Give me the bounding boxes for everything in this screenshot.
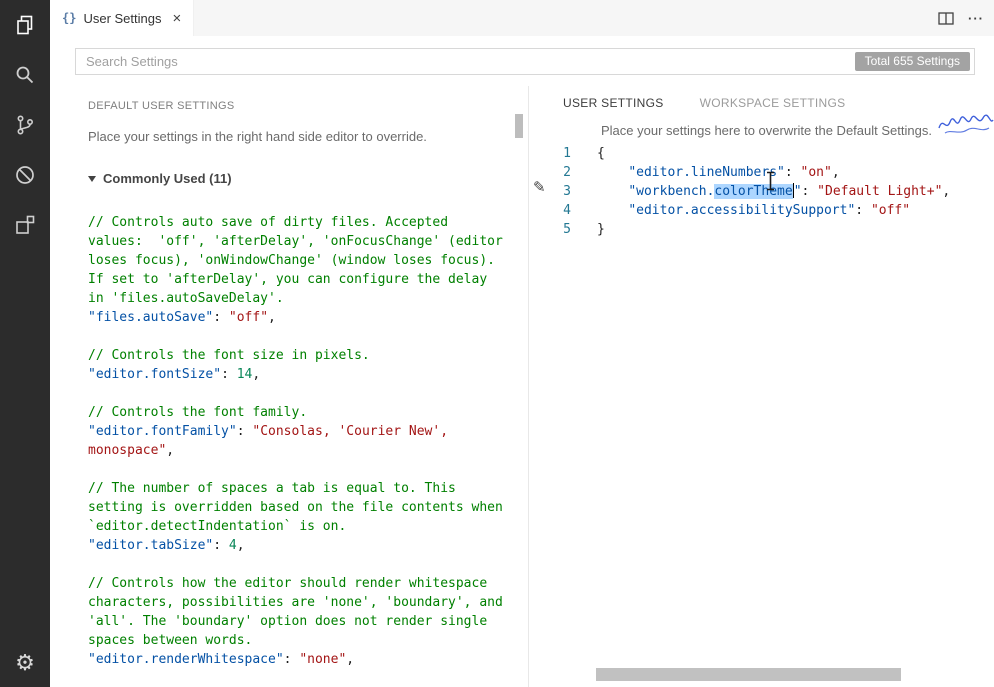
tab-user-settings[interactable]: {} User Settings × — [50, 0, 194, 36]
code-line[interactable]: 1{ — [529, 144, 994, 163]
setting-block: // Controls the font size in pixels."edi… — [88, 346, 510, 384]
setting-block: // Controls how the editor should render… — [88, 574, 510, 669]
default-settings-description: Place your settings in the right hand si… — [88, 129, 510, 144]
setting-line[interactable]: "editor.fontFamily": "Consolas, 'Courier… — [88, 422, 510, 460]
setting-comment: // Controls how the editor should render… — [88, 574, 510, 650]
user-settings-panel: USER SETTINGS WORKSPACE SETTINGS Place y… — [528, 86, 994, 687]
collapse-triangle-icon — [88, 176, 96, 182]
editor-lines: 1{2 "editor.lineNumbers": "on",3 "workbe… — [529, 144, 994, 239]
selected-text: colorTheme — [714, 184, 792, 199]
settings-split: DEFAULT USER SETTINGS Place your setting… — [50, 86, 994, 687]
line-number: 5 — [529, 220, 571, 239]
setting-block: // Controls auto save of dirty files. Ac… — [88, 213, 510, 327]
setting-comment: // The number of spaces a tab is equal t… — [88, 479, 510, 536]
explorer-icon[interactable] — [0, 0, 50, 50]
default-settings-header: DEFAULT USER SETTINGS — [88, 100, 510, 112]
vscode-settings-window: ⚙ {} User Settings × ··· — [0, 0, 994, 687]
search-box: Total 655 Settings — [75, 48, 975, 75]
source-control-icon[interactable] — [0, 100, 50, 150]
line-number: 4 — [529, 201, 571, 220]
user-settings-editor: 1{2 "editor.lineNumbers": "on",3 "workbe… — [529, 144, 994, 239]
more-actions-icon[interactable]: ··· — [968, 11, 984, 26]
json-braces-icon: {} — [62, 11, 76, 25]
edit-pencil-icon[interactable]: ✎ — [533, 178, 546, 196]
section-title: Commonly Used (11) — [103, 171, 232, 186]
setting-line[interactable]: "editor.renderWhitespace": "none", — [88, 650, 510, 669]
tab-bar: {} User Settings × ··· — [50, 0, 994, 36]
code-line[interactable]: 4 "editor.accessibilitySupport": "off" — [529, 201, 994, 220]
tab-title: User Settings — [83, 11, 161, 26]
section-commonly-used[interactable]: Commonly Used (11) — [88, 171, 510, 186]
search-row: Total 655 Settings — [50, 36, 994, 86]
editor-actions: ··· — [938, 0, 984, 36]
settings-gear-icon[interactable]: ⚙ — [0, 639, 50, 687]
setting-block: // The number of spaces a tab is equal t… — [88, 479, 510, 555]
setting-line[interactable]: "editor.tabSize": 4, — [88, 536, 510, 555]
setting-line[interactable]: "editor.fontSize": 14, — [88, 365, 510, 384]
activity-bar: ⚙ — [0, 0, 50, 687]
settings-target-tabs: USER SETTINGS WORKSPACE SETTINGS — [529, 96, 994, 113]
setting-comment: // Controls the font family. — [88, 403, 510, 422]
search-input[interactable] — [76, 49, 974, 74]
setting-block: // Controls the font family."editor.font… — [88, 403, 510, 460]
user-settings-hint: Place your settings here to overwrite th… — [601, 123, 994, 138]
code-line[interactable]: 2 "editor.lineNumbers": "on", — [529, 163, 994, 182]
settings-count-badge: Total 655 Settings — [855, 52, 970, 71]
tab-close-icon[interactable]: × — [173, 11, 182, 26]
default-settings-panel: DEFAULT USER SETTINGS Place your setting… — [50, 86, 528, 687]
split-editor-icon[interactable] — [938, 12, 954, 25]
default-settings-blocks: // Controls auto save of dirty files. Ac… — [88, 213, 510, 687]
search-icon[interactable] — [0, 50, 50, 100]
left-scrollbar-thumb[interactable] — [515, 114, 523, 138]
tab-user-settings-target[interactable]: USER SETTINGS — [563, 96, 664, 113]
tab-workspace-settings-target[interactable]: WORKSPACE SETTINGS — [700, 96, 846, 113]
setting-comment: // Controls auto save of dirty files. Ac… — [88, 213, 510, 308]
code-line[interactable]: 3 "workbench.colorTheme": "Default Light… — [529, 182, 994, 201]
code-line[interactable]: 5} — [529, 220, 994, 239]
setting-line[interactable]: "files.autoSave": "off", — [88, 308, 510, 327]
horizontal-scrollbar-thumb[interactable] — [596, 668, 901, 681]
main-area: {} User Settings × ··· Total 655 Setting… — [50, 0, 994, 687]
line-number: 1 — [529, 144, 571, 163]
extensions-icon[interactable] — [0, 200, 50, 250]
setting-comment: // Controls the font size in pixels. — [88, 346, 510, 365]
debug-icon[interactable] — [0, 150, 50, 200]
